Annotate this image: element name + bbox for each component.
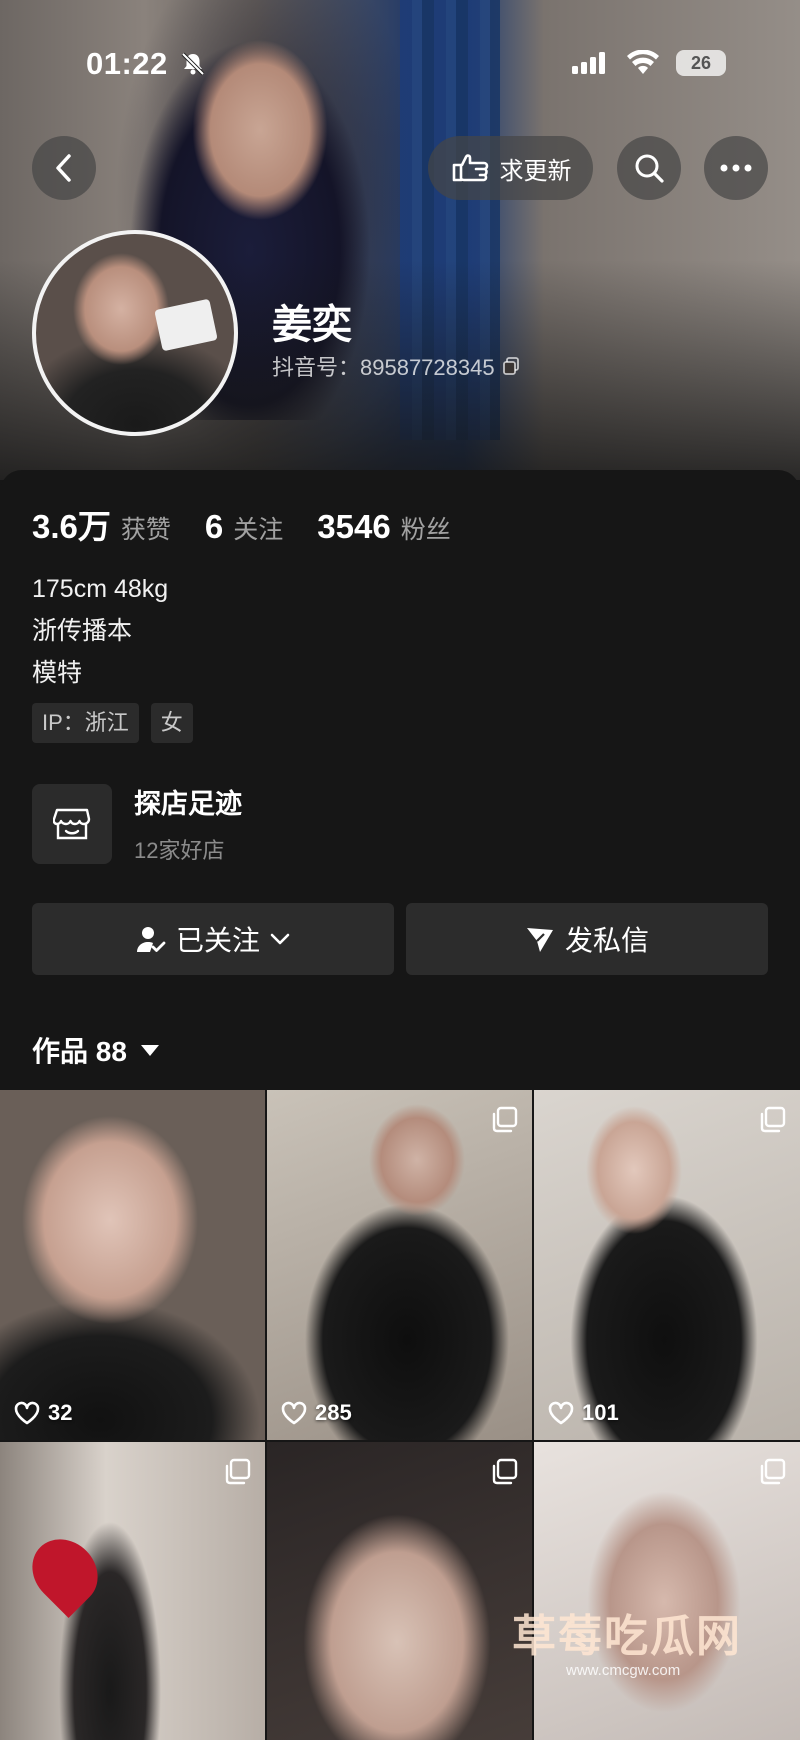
like-count-value: 285 bbox=[315, 1400, 352, 1425]
search-icon bbox=[635, 154, 664, 183]
multi-image-icon bbox=[492, 1458, 518, 1485]
like-count-value: 32 bbox=[48, 1400, 73, 1425]
heart-outline-icon bbox=[281, 1401, 307, 1425]
shop-visits-entry[interactable]: 探店足迹 12家好店 bbox=[32, 782, 242, 865]
video-tile[interactable] bbox=[0, 1442, 265, 1740]
multi-image-icon bbox=[225, 1458, 251, 1485]
heart-outline-icon bbox=[548, 1401, 574, 1425]
like-count-value: 101 bbox=[582, 1400, 619, 1425]
bio-line: 模特 bbox=[32, 659, 83, 687]
more-dots-icon bbox=[720, 164, 752, 172]
stat-following-label: 关注 bbox=[233, 516, 284, 544]
watermark-url: www.cmcgw.com bbox=[566, 1662, 681, 1679]
caret-down-icon bbox=[140, 1044, 159, 1056]
battery-indicator: 26 bbox=[676, 50, 726, 76]
wifi-icon bbox=[627, 50, 659, 74]
bell-muted-icon bbox=[181, 52, 205, 76]
following-button-label: 已关注 bbox=[175, 925, 260, 956]
copy-icon[interactable] bbox=[501, 356, 521, 376]
stat-followers-label: 粉丝 bbox=[400, 516, 451, 544]
video-tile[interactable] bbox=[534, 1442, 800, 1740]
more-options-button[interactable] bbox=[704, 136, 768, 200]
user-check-icon bbox=[136, 927, 166, 952]
video-tile[interactable]: 285 bbox=[267, 1090, 532, 1440]
following-button[interactable]: 已关注 bbox=[32, 903, 394, 975]
stat-likes: 3.6万 获赞 bbox=[32, 500, 171, 548]
bio-line: 浙传播本 bbox=[32, 617, 133, 645]
stat-likes-label: 获赞 bbox=[120, 516, 171, 544]
request-update-label: 求更新 bbox=[499, 157, 572, 185]
cellular-signal-icon bbox=[572, 52, 605, 74]
like-count: 32 bbox=[14, 1400, 72, 1426]
profile-panel: 3.6万 获赞 6 关注 3546 粉丝 175cm 48kg 浙传播本 模特 … bbox=[0, 470, 800, 1090]
multi-image-icon bbox=[760, 1106, 786, 1133]
send-message-button[interactable]: 发私信 bbox=[406, 903, 768, 975]
status-bar: 01:22 26 bbox=[0, 44, 800, 84]
status-time: 01:22 bbox=[86, 46, 168, 81]
heart-outline-icon bbox=[14, 1401, 40, 1425]
douyin-id-row[interactable]: 抖音号：89587728345 bbox=[272, 350, 521, 382]
tag-gender: 女 bbox=[150, 703, 193, 743]
bio-line: 175cm 48kg bbox=[32, 575, 169, 603]
shop-visits-title: 探店足迹 bbox=[134, 789, 242, 819]
multi-image-icon bbox=[760, 1458, 786, 1485]
video-tile[interactable]: 101 bbox=[534, 1090, 800, 1440]
bio: 175cm 48kg 浙传播本 模特 bbox=[32, 568, 168, 694]
stats-row: 3.6万 获赞 6 关注 3546 粉丝 bbox=[32, 500, 451, 548]
pointing-hand-icon bbox=[452, 154, 488, 182]
multi-image-icon bbox=[492, 1106, 518, 1133]
watermark-text: 草莓吃瓜网 bbox=[512, 1612, 742, 1661]
video-tile[interactable]: 32 bbox=[0, 1090, 265, 1440]
tag-ip-location: IP：浙江 bbox=[32, 703, 139, 743]
chevron-down-icon bbox=[270, 933, 290, 945]
heart-balloon-graphic bbox=[19, 1526, 111, 1618]
avatar-playing-card bbox=[154, 298, 218, 352]
profile-tags: IP：浙江 女 bbox=[32, 703, 193, 743]
profile-name: 姜奕 bbox=[272, 303, 352, 347]
search-button[interactable] bbox=[617, 136, 681, 200]
douyin-id-text: 抖音号：89587728345 bbox=[272, 355, 495, 380]
shop-visits-count: 12家好店 bbox=[134, 838, 225, 863]
video-tile[interactable] bbox=[267, 1442, 532, 1740]
works-tab[interactable]: 作品 88 bbox=[32, 1030, 159, 1070]
back-button[interactable] bbox=[32, 136, 96, 200]
avatar[interactable] bbox=[32, 230, 238, 436]
chevron-left-icon bbox=[56, 154, 71, 182]
stat-following-value: 6 bbox=[204, 508, 224, 545]
stat-followers-value: 3546 bbox=[317, 508, 391, 545]
like-count: 285 bbox=[281, 1400, 352, 1426]
send-message-label: 发私信 bbox=[564, 925, 649, 956]
stat-likes-value: 3.6万 bbox=[32, 508, 111, 545]
profile-actions: 已关注 发私信 bbox=[32, 903, 768, 975]
request-update-button[interactable]: 求更新 bbox=[428, 136, 593, 200]
store-icon bbox=[32, 783, 112, 864]
stat-following[interactable]: 6 关注 bbox=[205, 508, 283, 546]
stat-followers[interactable]: 3546 粉丝 bbox=[317, 508, 450, 546]
send-plane-icon bbox=[526, 928, 553, 952]
works-count-label: 作品 88 bbox=[32, 1036, 127, 1067]
like-count: 101 bbox=[548, 1400, 619, 1426]
